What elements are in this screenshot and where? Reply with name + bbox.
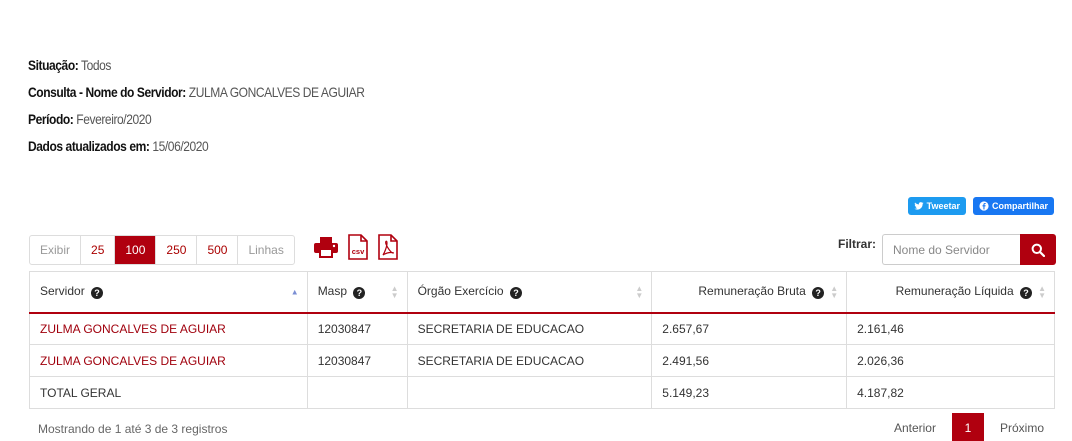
filter-input[interactable] — [882, 234, 1020, 265]
pdf-icon[interactable] — [377, 234, 399, 260]
page-button-current[interactable]: 1 — [951, 413, 984, 441]
tweet-button[interactable]: Tweetar — [907, 197, 966, 215]
pagination: Anterior 1 Próximo — [884, 413, 1054, 441]
help-icon[interactable]: ? — [812, 287, 825, 300]
orgao-cell: SECRETARIA DE EDUCACAO — [406, 344, 653, 377]
svg-text:csv: csv — [352, 247, 365, 256]
total-label-cell: TOTAL GERAL — [29, 376, 308, 409]
periodo-value: Fevereiro/2020 — [76, 111, 152, 127]
next-page-button[interactable]: Próximo — [990, 421, 1054, 435]
query-info: Situação: Todos Consulta - Nome do Servi… — [28, 52, 419, 160]
header-label: Remuneração Líquida — [895, 284, 1014, 299]
servidores-table: Servidor ? ▲ Masp ? ▲ ▼ Órgão Exercício ? ▲ ▼… — [29, 271, 1055, 409]
masp-cell — [306, 376, 408, 409]
share-buttons: Tweetar Compartilhar — [907, 197, 1054, 215]
header-label: Masp — [317, 284, 348, 299]
facebook-share-button[interactable]: Compartilhar — [972, 197, 1054, 215]
page-length-menu: Exibir 25 100 250 500 Linhas — [29, 235, 295, 265]
csv-icon[interactable]: csv — [347, 234, 369, 260]
liquida-total-cell: 4.187,82 — [846, 376, 1055, 409]
servidor-link[interactable]: ZULMA GONCALVES DE AGUIAR — [29, 344, 308, 377]
periodo-line: Período: Fevereiro/2020 — [28, 106, 364, 133]
help-icon[interactable]: ? — [353, 287, 366, 300]
situacao-line: Situação: Todos — [28, 52, 364, 79]
print-icon[interactable] — [313, 236, 339, 258]
help-icon[interactable]: ? — [91, 287, 104, 300]
liquida-cell: 2.026,36 — [846, 344, 1055, 377]
help-icon[interactable]: ? — [1020, 287, 1032, 300]
sort-ascending-icon: ▲ — [290, 287, 299, 297]
table-info: Mostrando de 1 até 3 de 3 registros — [38, 422, 228, 436]
atualizados-line: Dados atualizados em: 15/06/2020 — [28, 133, 364, 160]
liquida-cell: 2.161,46 — [846, 312, 1055, 345]
search-icon — [1031, 243, 1045, 257]
sort-icon: ▲ ▼ — [1038, 283, 1046, 300]
length-prefix: Exibir — [30, 236, 82, 264]
consulta-label: Consulta - Nome do Servidor: — [28, 84, 186, 100]
table-total-row: TOTAL GERAL 5.149,23 4.187,82 — [29, 376, 1055, 409]
previous-page-button[interactable]: Anterior — [884, 421, 946, 435]
periodo-label: Período: — [28, 111, 74, 127]
facebook-icon — [979, 201, 989, 211]
header-label: Órgão Exercício — [417, 284, 504, 299]
consulta-value: ZULMA GONCALVES DE AGUIAR — [188, 84, 365, 100]
column-header-remuneracao-bruta[interactable]: Remuneração Bruta ? ▲ ▼ — [651, 271, 848, 314]
column-header-remuneracao-liquida[interactable]: Remuneração Líquida ? ▲ ▼ — [846, 271, 1055, 314]
masp-cell: 12030847 — [306, 312, 408, 345]
bruta-total-cell: 5.149,23 — [651, 376, 848, 409]
facebook-share-label: Compartilhar — [991, 201, 1048, 211]
length-option-500[interactable]: 500 — [197, 236, 239, 264]
bruta-cell: 2.657,67 — [651, 312, 848, 345]
header-label: Remuneração Bruta — [698, 284, 806, 299]
column-header-servidor[interactable]: Servidor ? ▲ — [29, 271, 308, 314]
help-icon[interactable]: ? — [509, 287, 522, 300]
sort-icon: ▲ ▼ — [390, 283, 399, 300]
masp-cell: 12030847 — [306, 344, 408, 377]
filter-search-button[interactable] — [1020, 234, 1056, 265]
bruta-cell: 2.491,56 — [651, 344, 848, 377]
sort-icon: ▲ ▼ — [635, 283, 644, 300]
table-row: ZULMA GONCALVES DE AGUIAR 12030847 SECRE… — [29, 312, 1055, 345]
orgao-cell: SECRETARIA DE EDUCACAO — [406, 312, 653, 345]
atualizados-label: Dados atualizados em: — [28, 138, 150, 154]
length-option-100[interactable]: 100 — [115, 236, 157, 264]
servidor-link[interactable]: ZULMA GONCALVES DE AGUIAR — [29, 312, 308, 345]
column-header-masp[interactable]: Masp ? ▲ ▼ — [306, 271, 408, 314]
export-buttons: csv — [313, 234, 399, 260]
consulta-line: Consulta - Nome do Servidor: ZULMA GONCA… — [28, 79, 365, 106]
table-row: ZULMA GONCALVES DE AGUIAR 12030847 SECRE… — [29, 344, 1055, 377]
tweet-label: Tweetar — [926, 201, 960, 211]
situacao-label: Situação: — [28, 57, 79, 73]
sort-icon: ▲ ▼ — [830, 283, 839, 300]
column-header-orgao[interactable]: Órgão Exercício ? ▲ ▼ — [406, 271, 653, 314]
table-header-row: Servidor ? ▲ Masp ? ▲ ▼ Órgão Exercício ? ▲ ▼… — [29, 271, 1055, 314]
length-suffix: Linhas — [248, 243, 284, 257]
situacao-value: Todos — [81, 57, 112, 73]
twitter-icon — [914, 202, 924, 210]
length-option-250[interactable]: 250 — [156, 236, 198, 264]
atualizados-value: 15/06/2020 — [152, 138, 209, 154]
header-label: Servidor — [40, 284, 85, 299]
orgao-cell — [406, 376, 653, 409]
filter-label: Filtrar: — [837, 236, 876, 251]
filter-box: Filtrar: — [838, 234, 1056, 265]
length-option-25[interactable]: 25 — [81, 236, 116, 264]
